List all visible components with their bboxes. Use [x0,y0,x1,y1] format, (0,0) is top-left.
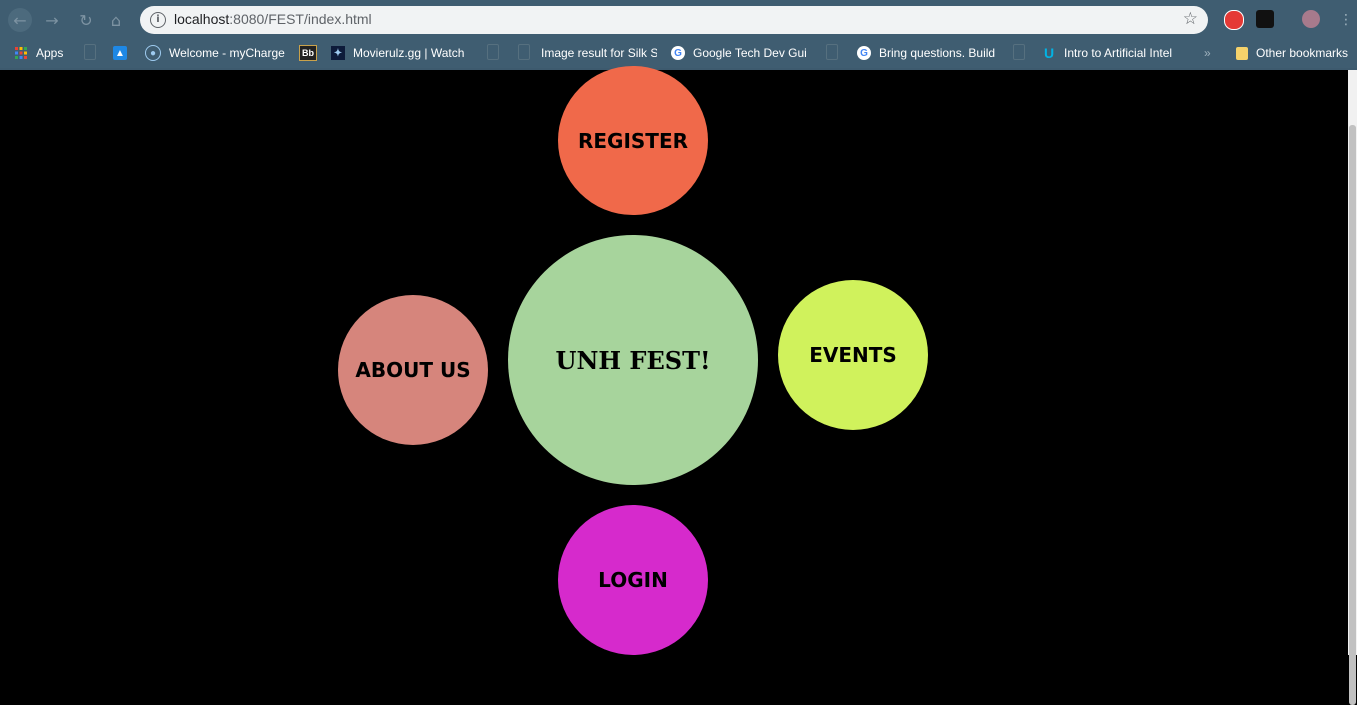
profile-avatar[interactable] [1302,10,1320,28]
bookmark-placeholder-icon[interactable] [1013,44,1025,60]
bookmark-bring-questions[interactable]: G Bring questions. Build [857,45,995,61]
extension-dark-icon[interactable] [1256,10,1274,28]
arrow-up-icon: ▲ [113,46,127,60]
scrollbar-thumb[interactable] [1349,125,1356,705]
site-info-icon[interactable]: i [150,12,166,28]
url-text[interactable]: localhost:8080/FEST/index.html [174,11,372,27]
globe-icon: ● [145,45,161,61]
folder-icon [1236,46,1248,60]
browser-chrome: ← → ↻ ⌂ i localhost:8080/FEST/index.html… [0,0,1357,70]
bookmark-welcome[interactable]: ● Welcome - myCharge [145,45,285,61]
reload-button[interactable]: ↻ [74,8,98,32]
bookmark-image-result[interactable]: Image result for Silk S [541,45,657,61]
bookmark-label: Apps [36,46,64,60]
menu-icon[interactable]: ⋮ [1334,8,1357,32]
google-icon: G [857,46,871,60]
home-button[interactable]: ⌂ [104,8,128,32]
register-button[interactable]: REGISTER [558,66,708,215]
bookmark-label: Intro to Artificial Intel [1064,46,1173,60]
login-button[interactable]: LOGIN [558,505,708,655]
apps-grid-icon [14,46,28,60]
bookmark-other[interactable]: Other bookmarks [1236,45,1348,61]
bookmark-label: Google Tech Dev Gui [693,46,807,60]
bookmark-placeholder-icon[interactable] [826,44,838,60]
bookmark-movierulz[interactable]: ✦ Movierulz.gg | Watch [331,45,469,61]
address-bar[interactable]: i localhost:8080/FEST/index.html ☆ [140,6,1208,34]
forward-button[interactable]: → [40,8,64,32]
about-us-button[interactable]: ABOUT US [338,295,488,445]
bookmark-arrow-app[interactable]: ▲ [113,45,135,61]
bookmarks-overflow-icon[interactable]: » [1204,45,1211,61]
bookmark-blackboard[interactable]: Bb [299,45,325,61]
bookmark-label: Movierulz.gg | Watch [353,46,465,60]
blackboard-icon: Bb [299,45,317,61]
bookmarks-bar: Apps ▲ ● Welcome - myCharge Bb ✦ Movieru… [0,38,1357,68]
bookmark-star-icon[interactable]: ☆ [1183,9,1198,29]
movie-icon: ✦ [331,46,345,60]
page-scrollbar[interactable] [1348,70,1357,705]
url-path: :8080/FEST/index.html [229,11,372,27]
center-title: UNH FEST! [508,235,758,485]
extension-shield-icon[interactable] [1224,10,1244,30]
google-icon: G [671,46,685,60]
bookmark-placeholder-icon[interactable] [84,44,96,60]
url-host: localhost [174,11,230,27]
bookmark-label: Welcome - myCharge [169,46,285,60]
bookmark-label: Image result for Silk S [541,46,657,60]
bookmark-google-tech[interactable]: G Google Tech Dev Gui [671,45,809,61]
bookmark-placeholder-icon[interactable] [518,44,530,60]
bookmark-placeholder-icon[interactable] [487,44,499,60]
bookmark-label: Other bookmarks [1256,46,1349,60]
bookmark-apps[interactable]: Apps [14,45,63,61]
bookmark-intro-ai[interactable]: U Intro to Artificial Intel [1042,45,1182,61]
back-button[interactable]: ← [8,8,32,32]
bookmark-label: Bring questions. Build [879,46,995,60]
browser-toolbar: ← → ↻ ⌂ i localhost:8080/FEST/index.html… [0,0,1357,38]
udacity-icon: U [1043,45,1055,61]
events-button[interactable]: EVENTS [778,280,928,430]
